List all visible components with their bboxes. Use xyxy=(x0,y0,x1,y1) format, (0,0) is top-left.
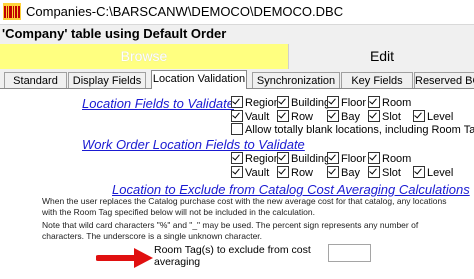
wo-region-checkbox[interactable]: Region xyxy=(231,152,280,165)
checkbox-icon xyxy=(277,152,289,164)
checkbox-icon xyxy=(327,96,339,108)
checkbox-label: Row xyxy=(291,167,314,179)
wo-level-checkbox[interactable]: Level xyxy=(413,166,453,179)
location-vault-checkbox[interactable]: Vault xyxy=(231,110,269,123)
wo-building-checkbox[interactable]: Building xyxy=(277,152,330,165)
wo-bay-checkbox[interactable]: Bay xyxy=(327,166,360,179)
tab-standard[interactable]: Standard xyxy=(4,72,67,89)
wo-room-checkbox[interactable]: Room xyxy=(368,152,411,165)
checkbox-icon xyxy=(413,166,425,178)
tab-reserved-boi[interactable]: Reserved BOI xyxy=(414,72,474,89)
edit-button-label: Edit xyxy=(369,48,395,64)
wildcard-note: Note that wild card characters "%" and "… xyxy=(42,220,419,241)
checkbox-label: Room xyxy=(382,97,412,109)
location-bay-checkbox[interactable]: Bay xyxy=(327,110,360,123)
checkbox-label: Allow totally blank locations, including… xyxy=(245,124,474,136)
edit-button[interactable]: Edit xyxy=(288,44,474,69)
checkbox-label: Level xyxy=(427,111,454,123)
checkbox-label: Level xyxy=(427,167,454,179)
wo-row-checkbox[interactable]: Row xyxy=(277,166,313,179)
app-barcode-icon xyxy=(3,3,21,20)
checkbox-label: Bay xyxy=(341,167,360,179)
allow-blank-locations-checkbox[interactable]: Allow totally blank locations, including… xyxy=(231,123,474,136)
checkbox-icon xyxy=(368,110,380,122)
tab-synchronization[interactable]: Synchronization xyxy=(252,72,340,89)
location-floor-checkbox[interactable]: Floor xyxy=(327,96,366,109)
tab-bar: Standard Display Fields Location Validat… xyxy=(0,70,474,89)
location-row-checkbox[interactable]: Row xyxy=(277,110,313,123)
checkbox-icon xyxy=(231,152,243,164)
checkbox-icon xyxy=(231,166,243,178)
checkbox-icon xyxy=(277,166,289,178)
checkbox-label: Vault xyxy=(245,167,270,179)
checkbox-icon xyxy=(327,152,339,164)
checkbox-label: Slot xyxy=(382,111,401,123)
wo-slot-checkbox[interactable]: Slot xyxy=(368,166,401,179)
table-order-text: 'Company' table using Default Order xyxy=(2,26,227,41)
location-fields-title: Location Fields to Validate xyxy=(82,96,235,111)
checkbox-label: Slot xyxy=(382,167,401,179)
wo-floor-checkbox[interactable]: Floor xyxy=(327,152,366,165)
tab-display-fields[interactable]: Display Fields xyxy=(68,72,146,89)
browse-button[interactable]: Browse xyxy=(0,44,288,69)
browse-button-label: Browse xyxy=(120,48,168,64)
checkbox-label: Building xyxy=(291,153,331,165)
wo-vault-checkbox[interactable]: Vault xyxy=(231,166,269,179)
checkbox-label: Floor xyxy=(341,97,367,109)
exclude-description: When the user replaces the Catalog purch… xyxy=(42,196,447,217)
checkbox-icon xyxy=(413,110,425,122)
room-tag-label: Room Tag(s) to exclude from cost averagi… xyxy=(154,244,311,268)
checkbox-icon xyxy=(327,110,339,122)
checkbox-icon xyxy=(368,96,380,108)
location-building-checkbox[interactable]: Building xyxy=(277,96,330,109)
window-title: Companies-C:\BARSCANW\DEMOCO\DEMOCO.DBC xyxy=(26,4,344,19)
checkbox-icon xyxy=(327,166,339,178)
checkbox-icon xyxy=(277,110,289,122)
tab-key-fields[interactable]: Key Fields xyxy=(341,72,413,89)
table-order-caption: 'Company' table using Default Order xyxy=(0,25,474,43)
checkbox-label: Floor xyxy=(341,153,367,165)
location-level-checkbox[interactable]: Level xyxy=(413,110,453,123)
work-order-fields-title: Work Order Location Fields to Validate xyxy=(82,137,305,152)
checkbox-label: Building xyxy=(291,97,331,109)
checkbox-icon xyxy=(368,152,380,164)
exclude-section-title: Location to Exclude from Catalog Cost Av… xyxy=(112,182,470,197)
checkbox-label: Region xyxy=(245,97,280,109)
tab-location-validation[interactable]: Location Validation xyxy=(151,70,247,89)
checkbox-label: Region xyxy=(245,153,280,165)
checkbox-label: Room xyxy=(382,153,412,165)
red-arrow-icon xyxy=(96,248,153,268)
checkbox-icon xyxy=(231,110,243,122)
checkbox-label: Row xyxy=(291,111,314,123)
window-titlebar: Companies-C:\BARSCANW\DEMOCO\DEMOCO.DBC xyxy=(0,0,474,25)
checkbox-label: Bay xyxy=(341,111,360,123)
checkbox-icon xyxy=(231,96,243,108)
room-tag-exclude-input[interactable] xyxy=(328,244,371,262)
location-slot-checkbox[interactable]: Slot xyxy=(368,110,401,123)
location-region-checkbox[interactable]: Region xyxy=(231,96,280,109)
checkbox-icon xyxy=(368,166,380,178)
checkbox-label: Vault xyxy=(245,111,270,123)
checkbox-icon xyxy=(277,96,289,108)
checkbox-icon xyxy=(231,123,243,135)
location-room-checkbox[interactable]: Room xyxy=(368,96,411,109)
